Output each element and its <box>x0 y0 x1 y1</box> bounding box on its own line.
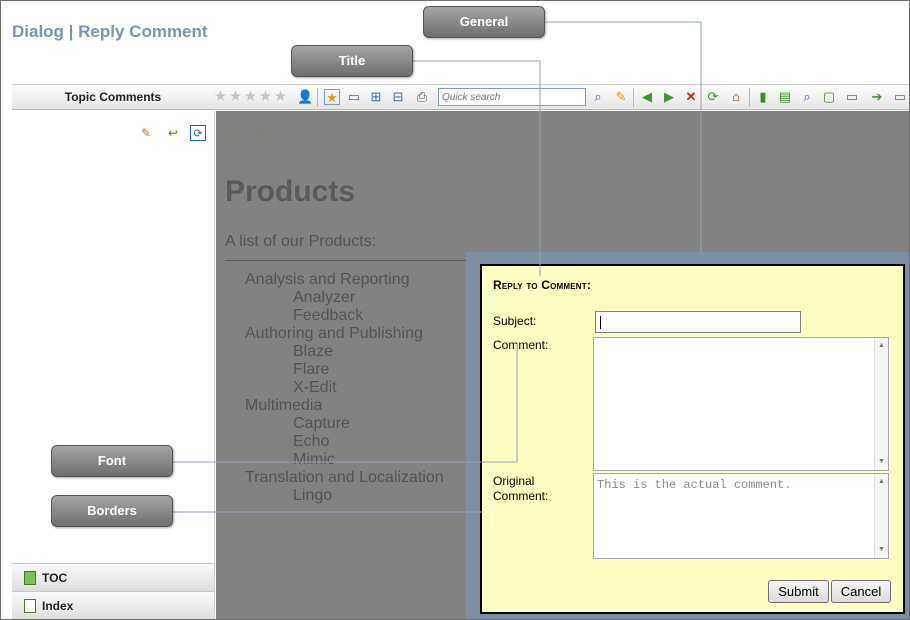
list-item: Flare <box>293 361 330 378</box>
comment-icon[interactable]: ▭ <box>892 89 908 105</box>
list-item: Capture <box>293 415 350 432</box>
comment-scrollbar[interactable]: ▲ ▼ <box>874 338 888 470</box>
list-item: Mimic <box>293 451 335 468</box>
list-item: Analysis and Reporting <box>245 271 410 288</box>
toc-icon[interactable]: ▮ <box>755 89 771 105</box>
list-item: Authoring and Publishing <box>245 325 423 342</box>
comment-label: Comment: <box>493 338 549 352</box>
accordion-label: TOC <box>42 571 68 585</box>
callout-font: Font <box>51 445 173 477</box>
print-topic-icon: ⎙ <box>254 128 266 144</box>
home-icon[interactable]: ⌂ <box>728 89 744 105</box>
refresh-comments-icon[interactable]: ⟳ <box>190 125 206 141</box>
text-caret <box>600 316 601 329</box>
expand-all-icon: ⇩ <box>227 128 239 144</box>
dialog-title: Reply to Comment: <box>493 278 592 292</box>
browse-sequence-icon[interactable]: ▭ <box>346 89 362 105</box>
subject-label: Subject: <box>493 314 537 328</box>
toc-book-icon <box>24 571 36 585</box>
scroll-up-icon[interactable]: ▲ <box>875 476 888 488</box>
scroll-up-icon[interactable]: ▲ <box>875 340 888 352</box>
next-icon[interactable]: ➔ <box>869 89 885 105</box>
back-icon[interactable]: ◀ <box>639 89 655 105</box>
star-icon[interactable]: ★ <box>273 88 288 105</box>
reply-comment-icon[interactable]: ↩ <box>165 125 181 141</box>
callout-general: General <box>423 6 545 38</box>
original-comment-text: This is the actual comment. <box>597 478 792 492</box>
stop-icon[interactable]: ✕ <box>683 89 699 105</box>
quick-search-input[interactable] <box>438 88 586 106</box>
original-label-line1: Original <box>493 474 535 488</box>
star-icon[interactable]: ★ <box>213 88 228 105</box>
user-icon[interactable]: 👤 <box>297 89 313 105</box>
list-item: Blaze <box>293 343 334 360</box>
navigation-pane: ✎ ↩ ⟳ TOC Index <box>12 111 215 619</box>
list-item: Analyzer <box>293 289 356 306</box>
search-icon[interactable]: ⌕ <box>590 89 606 105</box>
callout-title: Title <box>291 45 413 77</box>
comment-textarea[interactable]: ▲ ▼ <box>593 337 889 471</box>
highlight-icon[interactable]: ✎ <box>613 89 629 105</box>
scroll-down-icon[interactable]: ▼ <box>875 544 888 556</box>
original-comment-scrollbar[interactable]: ▲ ▼ <box>874 474 888 558</box>
original-comment-textarea[interactable]: This is the actual comment. ▲ ▼ <box>593 473 889 559</box>
star-icon[interactable]: ★ <box>258 88 273 105</box>
browse-icon[interactable]: ▭ <box>844 89 860 105</box>
star-icon[interactable]: ★ <box>243 88 258 105</box>
forward-icon[interactable]: ▶ <box>661 89 677 105</box>
list-item: X-Edit <box>293 379 337 396</box>
tab-topic-comments[interactable]: Topic Comments <box>12 85 214 109</box>
cancel-button[interactable]: Cancel <box>831 580 891 603</box>
add-comment-icon[interactable]: ✎ <box>138 125 154 141</box>
search-pane-icon[interactable]: ⌕ <box>799 89 815 105</box>
scroll-down-icon[interactable]: ▼ <box>875 456 888 468</box>
page-title: Dialog | Reply Comment <box>12 22 208 41</box>
original-label-line2: Comment: <box>493 489 549 503</box>
favorite-icon[interactable]: ★ <box>324 89 340 105</box>
original-comment-label: Original Comment: <box>493 474 548 504</box>
submit-button[interactable]: Submit <box>768 580 829 603</box>
rating-stars[interactable]: ★ ★ ★ ★ ★ <box>213 88 288 105</box>
collapse-all-icon[interactable]: ⊟ <box>390 89 406 105</box>
product-list: Analysis and Reporting Analyzer Feedback… <box>245 271 444 505</box>
list-item: Echo <box>293 433 330 450</box>
window-frame: Dialog | Reply Comment Topic Comments ★ … <box>0 0 910 620</box>
list-item: Lingo <box>293 487 333 504</box>
topic-heading: Products <box>225 175 356 208</box>
expand-all-icon[interactable]: ⊞ <box>368 89 384 105</box>
topic-intro: A list of our Products: <box>225 233 377 250</box>
toolbar: Topic Comments ★ ★ ★ ★ ★ 👤 ★ ▭ ⊞ ⊟ ⎙ ⌕ ✎… <box>12 84 909 110</box>
index-icon[interactable]: ▤ <box>777 89 793 105</box>
print-icon[interactable]: ⎙ <box>414 89 430 105</box>
accordion-toc[interactable]: TOC <box>12 563 214 591</box>
list-item: Translation and Localization <box>245 469 444 486</box>
refresh-icon[interactable]: ⟳ <box>705 89 721 105</box>
reply-comment-dialog: Reply to Comment: Subject: Comment: ▲ ▼ … <box>480 264 905 614</box>
glossary-icon[interactable]: ▢ <box>821 89 837 105</box>
index-page-icon <box>24 599 36 613</box>
callout-borders: Borders <box>51 495 173 527</box>
star-icon[interactable]: ★ <box>228 88 243 105</box>
subject-input[interactable] <box>595 311 801 333</box>
accordion-index[interactable]: Index <box>12 591 214 619</box>
list-item: Multimedia <box>245 397 323 414</box>
accordion-label: Index <box>42 599 74 613</box>
list-item: Feedback <box>293 307 364 324</box>
